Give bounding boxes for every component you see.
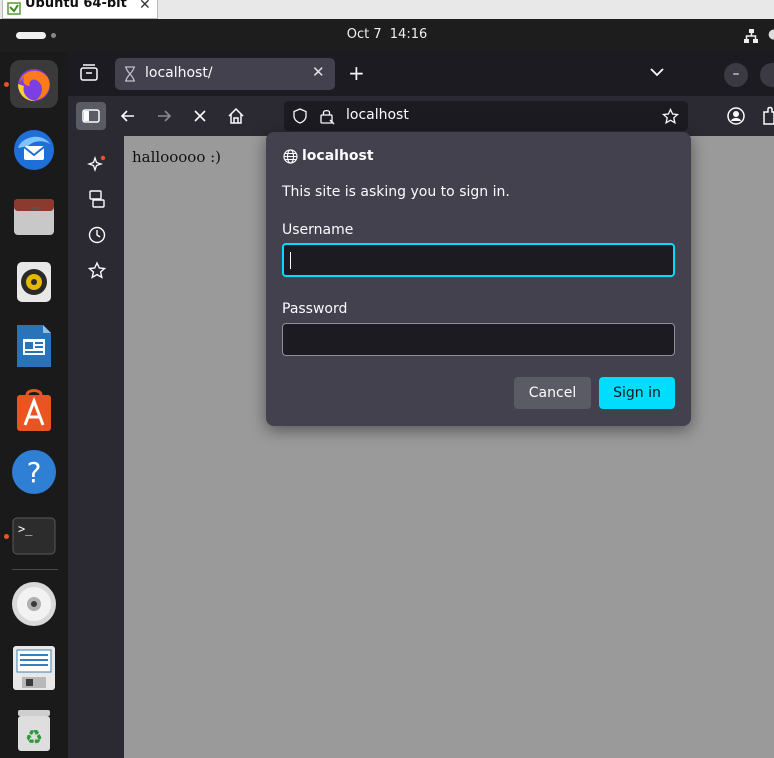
tab-title: localhost/ [145,65,213,81]
synced-tabs-icon[interactable] [87,189,107,209]
app-center-icon [17,389,51,431]
password-label: Password [282,301,348,317]
libreoffice-writer-icon [17,325,51,367]
sidebar-icon [82,109,100,123]
home-icon[interactable] [226,106,246,126]
page-body-text: hallooooo :) [132,148,222,166]
globe-icon [283,149,298,164]
ubuntu-top-bar: Oct 7 14:16 ● [0,19,774,52]
firefox-sidebar [68,136,124,758]
chevron-down-icon[interactable] [649,66,665,78]
trash-icon: ♻ [18,710,50,751]
bookmark-star-icon[interactable] [662,108,679,125]
ubuntu-dock: ? >_ ♻ [0,52,68,758]
clock-date: Oct 7 [346,27,382,42]
firefox-view-icon[interactable] [78,62,100,84]
dock-thunderbird[interactable] [10,126,58,174]
dock-separator [12,569,58,570]
vm-tab-close-icon[interactable]: ✕ [139,0,151,13]
clock[interactable]: Oct 7 14:16 [0,27,774,42]
floppy-icon [13,646,55,690]
dock-dvd[interactable] [10,580,58,628]
new-tab-button[interactable]: + [348,61,365,85]
dock-app-center[interactable] [10,386,58,434]
rhythmbox-icon [17,262,51,302]
forward-arrow-icon[interactable] [154,106,174,126]
dock-floppy[interactable] [10,644,58,692]
vm-window-strip: Ubuntu 64-bit ✕ [0,0,774,19]
username-field[interactable] [282,243,675,277]
url-bar[interactable]: localhost [284,101,688,131]
cancel-button[interactable]: Cancel [514,377,591,409]
history-clock-icon[interactable] [87,225,107,245]
sidebar-toggle-button[interactable] [76,102,106,130]
url-text: localhost [346,107,409,123]
vm-tab-title: Ubuntu 64-bit [25,0,127,11]
text-caret [290,252,291,269]
back-arrow-icon[interactable] [118,106,138,126]
bookmarks-star-icon[interactable] [87,261,107,281]
account-icon[interactable] [726,106,746,126]
help-icon: ? [12,450,56,494]
password-field[interactable] [282,323,675,356]
lock-icon[interactable] [318,107,336,125]
shield-icon[interactable] [292,108,308,124]
loading-hourglass-icon [125,66,135,82]
svg-text:?: ? [27,456,42,489]
dvd-icon [12,582,56,626]
running-indicator [4,534,9,539]
terminal-icon: >_ [12,517,56,555]
ai-chatbot-icon[interactable] [87,154,107,174]
dock-help[interactable]: ? [10,448,58,496]
dock-terminal[interactable]: >_ [4,512,58,560]
username-label: Username [282,222,354,238]
network-icon[interactable] [743,28,759,44]
dialog-message: This site is asking you to sign in. [282,184,510,200]
dock-files[interactable] [10,192,58,240]
svg-text:>_: >_ [18,522,33,536]
files-icon [14,199,54,235]
minimize-button[interactable]: – [724,63,748,87]
firefox-icon [18,69,50,102]
svg-text:♻: ♻ [25,725,43,749]
dock-rhythmbox[interactable] [10,258,58,306]
dialog-host: localhost [302,148,374,164]
tab-localhost[interactable]: localhost/ ✕ [115,58,335,90]
vm-tab[interactable]: Ubuntu 64-bit ✕ [2,0,158,19]
dock-trash[interactable]: ♻ [10,706,58,754]
dock-firefox[interactable] [4,60,58,108]
tab-close-icon[interactable]: ✕ [312,63,325,81]
thunderbird-icon [14,130,54,170]
sign-in-button[interactable]: Sign in [599,377,675,409]
auth-dialog: localhost This site is asking you to sig… [266,132,691,426]
stop-loading-icon[interactable] [190,106,210,126]
vm-icon [7,2,21,15]
system-menu-edge[interactable]: ● [768,27,774,42]
running-indicator [4,82,9,87]
clock-time: 14:16 [389,27,428,42]
tab-bar: localhost/ ✕ + – [68,52,774,96]
maximize-button[interactable] [760,63,774,87]
navigation-toolbar: localhost [68,96,774,136]
dock-libreoffice-writer[interactable] [10,322,58,370]
extensions-icon[interactable] [762,106,774,126]
